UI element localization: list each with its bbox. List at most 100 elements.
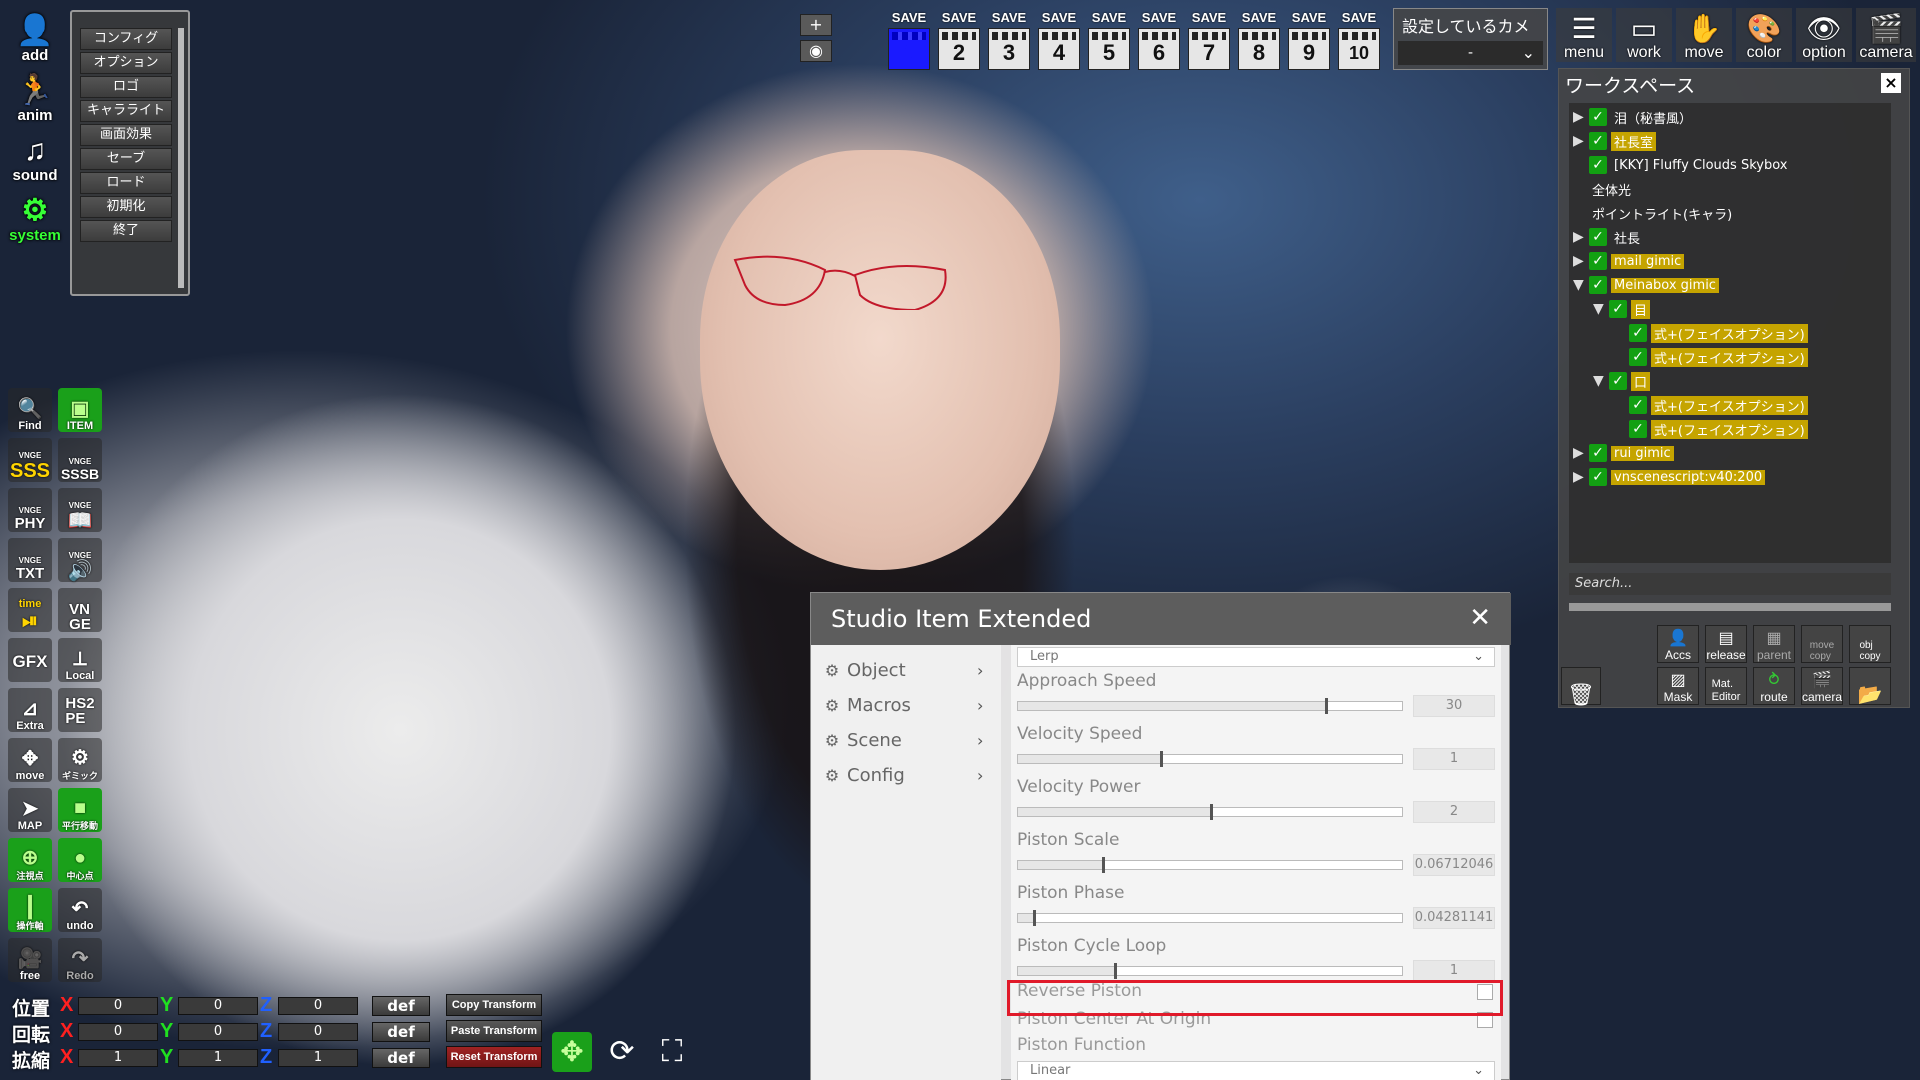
visibility-checkbox[interactable]: ✓ xyxy=(1589,444,1607,462)
visibility-checkbox[interactable]: ✓ xyxy=(1589,276,1607,294)
param-value-input[interactable]: 2 xyxy=(1413,801,1495,823)
param-slider[interactable] xyxy=(1017,910,1403,926)
move-copy-button[interactable]: move copy xyxy=(1801,625,1843,663)
color-button[interactable]: 🎨 color xyxy=(1736,8,1792,62)
parallel-move-button[interactable]: ■ 平行移動 xyxy=(58,788,102,832)
local-button[interactable]: ⟂ Local xyxy=(58,638,102,682)
slider-handle[interactable] xyxy=(1102,857,1106,873)
param-slider[interactable] xyxy=(1017,963,1403,979)
workspace-search-input[interactable]: Search... xyxy=(1569,573,1891,595)
nav-object[interactable]: ⚙ Object › xyxy=(811,655,1001,685)
expand-down-icon[interactable]: ▼ xyxy=(1573,277,1589,293)
txt-button[interactable]: VNGE TXT xyxy=(8,538,52,582)
center-point-button[interactable]: ● 中心点 xyxy=(58,838,102,882)
position-def-button[interactable]: def xyxy=(372,996,430,1016)
mask-button[interactable]: ▨ Mask xyxy=(1657,667,1699,705)
workspace-scrollbar[interactable] xyxy=(1569,603,1891,611)
find-button[interactable]: 🔍 Find xyxy=(8,388,52,432)
visibility-checkbox[interactable]: ✓ xyxy=(1589,108,1607,126)
parent-button[interactable]: ▦ parent xyxy=(1753,625,1795,663)
visibility-checkbox[interactable]: ✓ xyxy=(1629,420,1647,438)
sie-close-button[interactable]: ✕ xyxy=(1469,603,1491,633)
route-button[interactable]: ⥁ route xyxy=(1753,667,1795,705)
eye-toggle-button[interactable]: ◉ xyxy=(800,40,832,62)
expand-down-icon[interactable]: ▼ xyxy=(1593,373,1609,389)
move-gizmo-button[interactable]: ✥ xyxy=(552,1032,592,1072)
camera-button[interactable]: 🎬 camera xyxy=(1856,8,1916,62)
tree-item[interactable]: ▼ ✓ Meinabox gimic xyxy=(1573,275,1719,295)
param-value-input[interactable]: 1 xyxy=(1413,960,1495,982)
zoom-plus-button[interactable]: + xyxy=(800,14,832,36)
param-slider[interactable] xyxy=(1017,804,1403,820)
visibility-checkbox[interactable]: ✓ xyxy=(1609,372,1627,390)
gimmick-button[interactable]: ⚙ ギミック xyxy=(58,738,102,782)
tree-item[interactable]: ▼ ✓ 目 xyxy=(1593,299,1651,319)
work-button[interactable]: ▭ work xyxy=(1616,8,1672,62)
redo-button[interactable]: ↷ Redo xyxy=(58,938,102,982)
param-value-input[interactable]: 1 xyxy=(1413,748,1495,770)
menu-item-config[interactable]: コンフィグ xyxy=(80,28,172,50)
visibility-checkbox[interactable]: ✓ xyxy=(1589,252,1607,270)
ws-camera-button[interactable]: 🎬 camera xyxy=(1801,667,1843,705)
visibility-checkbox[interactable]: ✓ xyxy=(1629,396,1647,414)
tree-item[interactable]: ▶ ✓ 社長 xyxy=(1573,227,1643,247)
rotation-x-input[interactable]: 0 xyxy=(78,1023,158,1041)
piston-function-dropdown[interactable]: Linear ⌄ xyxy=(1017,1061,1495,1080)
menu-item-load[interactable]: ロード xyxy=(80,172,172,194)
tree-item[interactable]: ▶ ✓ 泪（秘書風） xyxy=(1573,107,1695,127)
expand-right-icon[interactable]: ▶ xyxy=(1573,469,1589,485)
rotate-gizmo-button[interactable]: ⟳ xyxy=(602,1032,642,1072)
save-slot-3[interactable]: SAVE 3 xyxy=(988,10,1030,72)
release-button[interactable]: ▤ release xyxy=(1705,625,1747,663)
axis-op-button[interactable]: ┃ 操作軸 xyxy=(8,888,52,932)
scale-gizmo-button[interactable]: ⛶ xyxy=(652,1032,692,1072)
param-slider[interactable] xyxy=(1017,857,1403,873)
copy-transform-button[interactable]: Copy Transform xyxy=(446,994,542,1016)
visibility-checkbox[interactable]: ✓ xyxy=(1589,228,1607,246)
expand-right-icon[interactable]: ▶ xyxy=(1573,229,1589,245)
obj-copy-button[interactable]: obj copy xyxy=(1849,625,1891,663)
save-slot-2[interactable]: SAVE 2 xyxy=(938,10,980,72)
menu-button[interactable]: ☰ menu xyxy=(1556,8,1612,62)
tree-item[interactable]: ✓ 式+(フェイスオプション) xyxy=(1613,323,1808,343)
save-slot-6[interactable]: SAVE 6 xyxy=(1138,10,1180,72)
tree-item[interactable]: ▶ ✓ 社長室 xyxy=(1573,131,1657,151)
tree-item[interactable]: 全体光 xyxy=(1573,179,1634,199)
phy-button[interactable]: VNGE PHY xyxy=(8,488,52,532)
mat-editor-button[interactable]: Mat. Editor xyxy=(1705,667,1747,705)
focus-point-button[interactable]: ⊕ 注視点 xyxy=(8,838,52,882)
save-slot-8[interactable]: SAVE 8 xyxy=(1238,10,1280,72)
tree-item[interactable]: ✓ 式+(フェイスオプション) xyxy=(1613,395,1808,415)
folder-button[interactable]: 📂 xyxy=(1849,667,1891,705)
param-value-input[interactable]: 30 xyxy=(1413,695,1495,717)
position-z-input[interactable]: 0 xyxy=(278,997,358,1015)
reset-transform-button[interactable]: Reset Transform xyxy=(446,1046,542,1068)
slider-handle[interactable] xyxy=(1160,751,1164,767)
sound-button[interactable]: ♫ sound xyxy=(8,128,62,185)
map-button[interactable]: ➤ MAP xyxy=(8,788,52,832)
save-slot-1[interactable]: SAVE 1 xyxy=(888,10,930,72)
tree-item[interactable]: ポイントライト(キャラ) xyxy=(1573,203,1735,223)
workspace-close-button[interactable]: × xyxy=(1881,73,1901,93)
scale-def-button[interactable]: def xyxy=(372,1048,430,1068)
vnge-sound-button[interactable]: VNGE 🔊 xyxy=(58,538,102,582)
save-slot-9[interactable]: SAVE 9 xyxy=(1288,10,1330,72)
visibility-checkbox[interactable]: ✓ xyxy=(1609,300,1627,318)
paste-transform-button[interactable]: Paste Transform xyxy=(446,1020,542,1042)
rotation-y-input[interactable]: 0 xyxy=(178,1023,258,1041)
option-button[interactable]: 👁 option xyxy=(1796,8,1852,62)
expand-right-icon[interactable]: ▶ xyxy=(1573,133,1589,149)
nav-macros[interactable]: ⚙ Macros › xyxy=(811,690,1001,720)
slider-handle[interactable] xyxy=(1114,963,1117,979)
vnge-book-button[interactable]: VNGE 📖 xyxy=(58,488,102,532)
tree-item[interactable]: ✓ 式+(フェイスオプション) xyxy=(1613,419,1808,439)
slider-handle[interactable] xyxy=(1033,910,1037,926)
visibility-checkbox[interactable]: ✓ xyxy=(1589,468,1607,486)
visibility-checkbox[interactable]: ✓ xyxy=(1589,132,1607,150)
param-slider[interactable] xyxy=(1017,698,1403,714)
visibility-checkbox[interactable]: ✓ xyxy=(1629,348,1647,366)
item-button[interactable]: ▣ ITEM xyxy=(58,388,102,432)
move-tool-button[interactable]: ✥ move xyxy=(8,738,52,782)
menu-item-save[interactable]: セーブ xyxy=(80,148,172,170)
menu-item-chara-light[interactable]: キャラライト xyxy=(80,100,172,122)
